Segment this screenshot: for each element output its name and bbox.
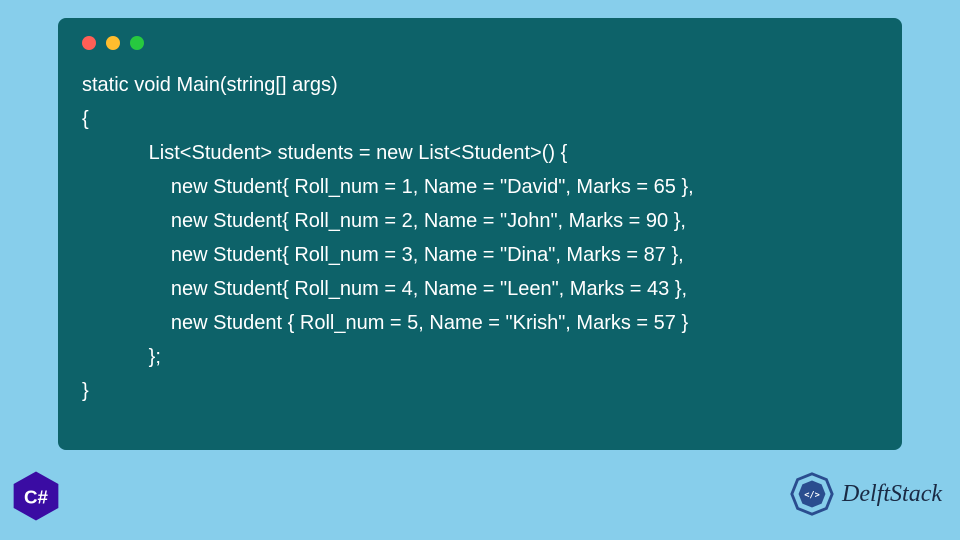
- csharp-label: C#: [24, 486, 49, 507]
- brand-name: DelftStack: [842, 481, 942, 508]
- brand: </> DelftStack: [788, 470, 942, 518]
- close-icon: [82, 36, 96, 50]
- svg-text:</>: </>: [804, 490, 820, 500]
- csharp-badge: C#: [10, 470, 62, 522]
- code-window: static void Main(string[] args) { List<S…: [58, 18, 902, 450]
- minimize-icon: [106, 36, 120, 50]
- maximize-icon: [130, 36, 144, 50]
- brand-logo-icon: </>: [788, 470, 836, 518]
- window-controls: [82, 36, 878, 50]
- code-content: static void Main(string[] args) { List<S…: [82, 68, 878, 408]
